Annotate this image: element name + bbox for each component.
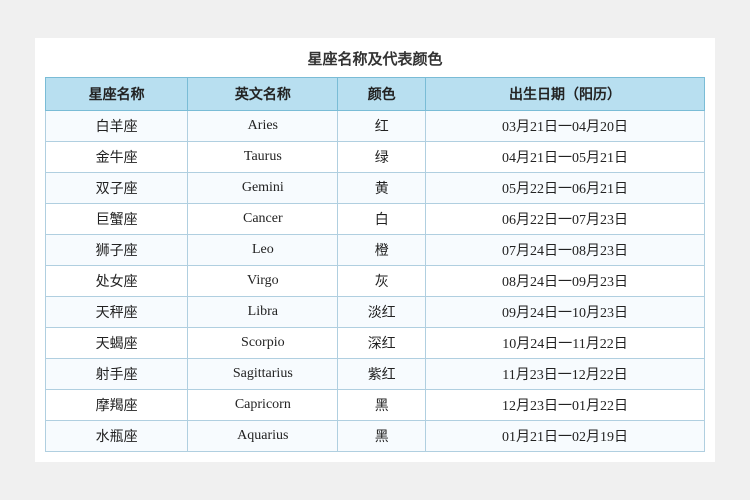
zodiac-dates: 10月24日一11月22日	[426, 328, 705, 359]
zodiac-english: Cancer	[188, 204, 338, 235]
zodiac-dates: 03月21日一04月20日	[426, 111, 705, 142]
zodiac-dates: 12月23日一01月22日	[426, 390, 705, 421]
zodiac-name: 双子座	[46, 173, 188, 204]
table-row: 双子座Gemini黄05月22日一06月21日	[46, 173, 705, 204]
zodiac-color: 灰	[338, 266, 426, 297]
zodiac-english: Taurus	[188, 142, 338, 173]
zodiac-color: 深红	[338, 328, 426, 359]
table-row: 天蝎座Scorpio深红10月24日一11月22日	[46, 328, 705, 359]
zodiac-dates: 04月21日一05月21日	[426, 142, 705, 173]
table-row: 处女座Virgo灰08月24日一09月23日	[46, 266, 705, 297]
zodiac-dates: 05月22日一06月21日	[426, 173, 705, 204]
zodiac-english: Scorpio	[188, 328, 338, 359]
zodiac-color: 黑	[338, 421, 426, 452]
zodiac-name: 处女座	[46, 266, 188, 297]
header-col-0: 星座名称	[46, 78, 188, 111]
zodiac-english: Aquarius	[188, 421, 338, 452]
table-row: 白羊座Aries红03月21日一04月20日	[46, 111, 705, 142]
zodiac-color: 黑	[338, 390, 426, 421]
zodiac-dates: 08月24日一09月23日	[426, 266, 705, 297]
zodiac-english: Aries	[188, 111, 338, 142]
zodiac-color: 白	[338, 204, 426, 235]
header-col-1: 英文名称	[188, 78, 338, 111]
main-container: 星座名称及代表颜色 星座名称英文名称颜色出生日期（阳历） 白羊座Aries红03…	[35, 38, 715, 462]
zodiac-name: 射手座	[46, 359, 188, 390]
zodiac-name: 天秤座	[46, 297, 188, 328]
zodiac-english: Capricorn	[188, 390, 338, 421]
zodiac-color: 黄	[338, 173, 426, 204]
zodiac-table: 星座名称英文名称颜色出生日期（阳历） 白羊座Aries红03月21日一04月20…	[45, 77, 705, 452]
zodiac-name: 巨蟹座	[46, 204, 188, 235]
zodiac-name: 摩羯座	[46, 390, 188, 421]
zodiac-name: 水瓶座	[46, 421, 188, 452]
zodiac-english: Virgo	[188, 266, 338, 297]
zodiac-color: 绿	[338, 142, 426, 173]
zodiac-color: 红	[338, 111, 426, 142]
zodiac-english: Sagittarius	[188, 359, 338, 390]
table-row: 巨蟹座Cancer白06月22日一07月23日	[46, 204, 705, 235]
zodiac-dates: 11月23日一12月22日	[426, 359, 705, 390]
page-title: 星座名称及代表颜色	[45, 48, 705, 69]
zodiac-dates: 06月22日一07月23日	[426, 204, 705, 235]
zodiac-name: 白羊座	[46, 111, 188, 142]
table-row: 金牛座Taurus绿04月21日一05月21日	[46, 142, 705, 173]
zodiac-dates: 01月21日一02月19日	[426, 421, 705, 452]
zodiac-english: Libra	[188, 297, 338, 328]
zodiac-english: Gemini	[188, 173, 338, 204]
zodiac-name: 金牛座	[46, 142, 188, 173]
header-col-3: 出生日期（阳历）	[426, 78, 705, 111]
table-row: 射手座Sagittarius紫红11月23日一12月22日	[46, 359, 705, 390]
zodiac-dates: 09月24日一10月23日	[426, 297, 705, 328]
zodiac-name: 狮子座	[46, 235, 188, 266]
table-row: 摩羯座Capricorn黑12月23日一01月22日	[46, 390, 705, 421]
table-row: 水瓶座Aquarius黑01月21日一02月19日	[46, 421, 705, 452]
table-header-row: 星座名称英文名称颜色出生日期（阳历）	[46, 78, 705, 111]
header-col-2: 颜色	[338, 78, 426, 111]
table-row: 天秤座Libra淡红09月24日一10月23日	[46, 297, 705, 328]
zodiac-color: 橙	[338, 235, 426, 266]
zodiac-english: Leo	[188, 235, 338, 266]
zodiac-color: 紫红	[338, 359, 426, 390]
zodiac-name: 天蝎座	[46, 328, 188, 359]
table-row: 狮子座Leo橙07月24日一08月23日	[46, 235, 705, 266]
zodiac-dates: 07月24日一08月23日	[426, 235, 705, 266]
zodiac-color: 淡红	[338, 297, 426, 328]
